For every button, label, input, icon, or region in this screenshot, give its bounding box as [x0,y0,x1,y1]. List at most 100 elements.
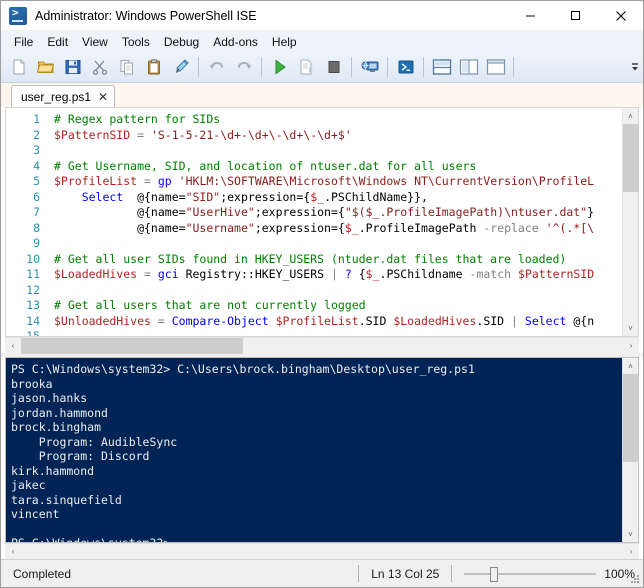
menu-view[interactable]: View [75,33,115,51]
resize-grip-icon[interactable] [629,573,641,585]
open-folder-icon[interactable] [32,55,59,80]
menu-add-ons[interactable]: Add-ons [206,33,265,51]
layout-maximized-icon[interactable] [482,55,509,80]
save-icon[interactable] [59,55,86,80]
code-token: "Username" [185,220,255,235]
toolbar [1,52,643,83]
console-horizontal-scrollbar[interactable]: ‹ › [5,543,639,559]
code-token: ;expression={ [220,189,311,204]
code-token: $PatternSID [518,267,595,281]
code-line: @{name="UserHive";expression={"$($_.Prof… [54,205,622,221]
code-token: .ProfileImagePath [358,220,484,235]
fold-marker-blank [44,205,54,221]
zoom-control[interactable]: 100% [452,566,643,582]
console-hscroll-track[interactable] [21,544,623,560]
menu-tools[interactable]: Tools [115,33,157,51]
console-vscroll-thumb[interactable] [622,374,639,462]
script-tab-label: user_reg.ps1 [21,89,92,104]
code-token: $LoadedHives [393,313,477,328]
status-message: Completed [13,566,72,581]
stop-operation-icon[interactable] [320,55,347,80]
code-token: $ProfileList [54,174,138,188]
editor-vertical-scrollbar[interactable]: ˄ ˅ [622,108,639,336]
line-number: 13 [26,298,40,312]
code-line: @{name="Username";expression={$_.Profile… [54,221,622,237]
zoom-slider[interactable] [464,566,597,582]
scroll-down-arrow-icon[interactable]: ˅ [623,526,639,542]
minimize-button[interactable] [508,1,553,31]
fold-marker-column[interactable]: − [44,108,54,336]
script-editor-body[interactable]: 1234567891011121314151617 − # Regex patt… [6,108,622,336]
toolbar-separator [198,57,199,77]
cut-scissors-icon[interactable] [86,55,113,80]
console-output[interactable]: PS C:\Windows\system32> C:\Users\brock.b… [6,358,622,542]
maximize-button[interactable] [553,1,598,31]
new-remote-tab-icon[interactable] [356,55,383,80]
console-vertical-scrollbar[interactable]: ˄ ˅ [622,358,639,542]
line-number: 11 [26,267,40,281]
scroll-left-arrow-icon[interactable]: ‹ [5,544,21,560]
fold-marker-blank [44,329,54,336]
redo-arrow-icon[interactable] [230,55,257,80]
copy-icon[interactable] [113,55,140,80]
code-token: = [130,127,151,142]
code-token: -replace [483,220,539,235]
fold-marker-blank [44,128,54,144]
layout-side-by-side-icon[interactable] [455,55,482,80]
console-line: PS C:\Windows\system32> C:\Users\brock.b… [11,362,475,376]
code-line: $PatternSID = 'S-1-5-21-\d+-\d+\-\d+\-\d… [54,128,622,144]
editor-hscroll-track[interactable] [21,337,623,354]
new-script-icon[interactable] [5,55,32,80]
editor-vscroll-track[interactable] [622,124,639,320]
console-vscroll-track[interactable] [622,374,639,526]
script-code-area[interactable]: # Regex pattern for SIDs $PatternSID = 'S… [54,108,622,336]
run-script-icon[interactable] [266,55,293,80]
toolbar-overflow-chevron-icon[interactable] [627,55,643,80]
menu-edit[interactable]: Edit [40,33,75,51]
console-row: PS C:\Windows\system32> C:\Users\brock.b… [5,357,639,543]
powershell-ise-icon [9,6,27,25]
close-icon[interactable]: ✕ [98,91,108,103]
close-button[interactable] [598,1,643,31]
scroll-up-arrow-icon[interactable]: ˄ [623,358,639,374]
line-number: 14 [26,313,40,328]
zoom-slider-thumb[interactable] [490,566,499,582]
code-token: Select [81,189,124,204]
scroll-right-arrow-icon[interactable]: › [623,338,639,354]
code-token: $ProfileList [275,313,359,328]
line-number: 7 [33,205,40,219]
console-line: PS C:\Windows\system32> [11,536,622,542]
start-powershell-icon[interactable] [392,55,419,80]
fold-marker-blank [44,174,54,190]
scroll-left-arrow-icon[interactable]: ‹ [5,338,21,354]
run-selection-icon[interactable] [293,55,320,80]
scroll-up-arrow-icon[interactable]: ˄ [623,108,639,124]
script-tab-user_reg[interactable]: user_reg.ps1 ✕ [11,85,116,107]
line-number: 5 [33,174,40,188]
editor-vscroll-thumb[interactable] [622,124,639,192]
code-line: $LoadedHives = gci Registry::HKEY_USERS … [54,267,622,283]
script-tab-strip: user_reg.ps1 ✕ [1,83,643,107]
clear-console-icon[interactable] [167,55,194,80]
code-line: # Get all user SIDs found in HKEY_USERS … [54,252,622,268]
editor-horizontal-scrollbar[interactable]: ‹ › [5,337,639,354]
code-token: Registry::HKEY_USERS [178,267,331,281]
menu-debug[interactable]: Debug [157,33,206,51]
code-token: .PSChildname [379,267,470,281]
code-token: # Get Username, SID, and location of ntu… [54,158,477,173]
layout-top-bottom-icon[interactable] [428,55,455,80]
code-token: .SID [358,313,394,328]
title-bar: Administrator: Windows PowerShell ISE [1,1,643,31]
code-token: $_ [365,267,380,281]
menu-help[interactable]: Help [265,33,304,51]
undo-arrow-icon[interactable] [203,55,230,80]
paste-clipboard-icon[interactable] [140,55,167,80]
editor-hscroll-thumb[interactable] [21,337,243,354]
scroll-down-arrow-icon[interactable]: ˅ [623,320,639,336]
code-token: ? [344,267,352,281]
code-token: $_ [310,189,325,204]
code-token: @{name= [54,220,186,235]
scroll-right-arrow-icon[interactable]: › [623,544,639,560]
menu-file[interactable]: File [7,33,40,51]
